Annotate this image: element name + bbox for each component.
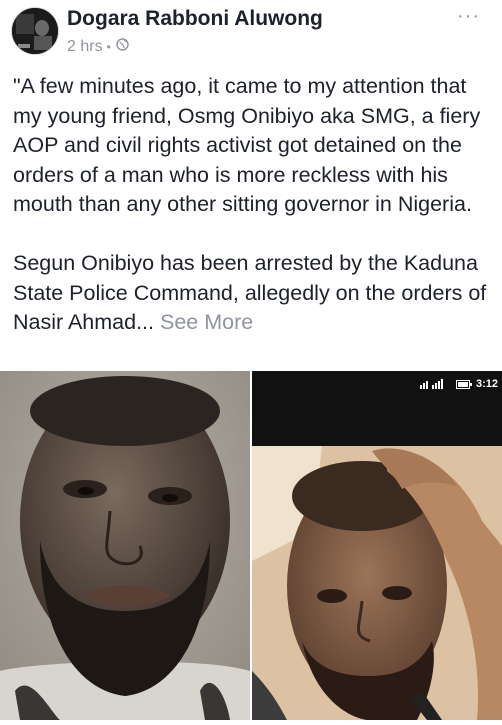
photo-grid: 3:12: [0, 371, 502, 720]
photo-left[interactable]: [0, 371, 250, 720]
post-header: Dogara Rabboni Aluwong 2 hrs • ···: [0, 0, 502, 66]
post-paragraph-1: "A few minutes ago, it came to my attent…: [13, 74, 481, 216]
status-time: 3:12: [475, 378, 498, 390]
post-timestamp[interactable]: 2 hrs: [67, 38, 103, 56]
author-avatar[interactable]: [11, 7, 59, 55]
status-bar-content: 3:12: [419, 378, 498, 390]
post-paragraph-2: Segun Onibiyo has been arrested by the K…: [13, 249, 497, 338]
photo-left-image: [0, 371, 250, 720]
photo-right[interactable]: 3:12: [252, 371, 502, 720]
meta-separator: •: [106, 40, 111, 54]
phone-status-bar: 3:12: [252, 371, 502, 446]
see-more-link[interactable]: See More: [160, 310, 253, 334]
more-options-icon[interactable]: ···: [457, 5, 480, 28]
post-body: "A few minutes ago, it came to my attent…: [13, 72, 497, 338]
battery-icon: [455, 379, 472, 389]
post-meta: 2 hrs •: [67, 38, 129, 56]
avatar-image: [12, 8, 58, 54]
author-name[interactable]: Dogara Rabboni Aluwong: [67, 7, 323, 31]
globe-icon: [116, 38, 129, 56]
signal-icon: [419, 379, 443, 389]
